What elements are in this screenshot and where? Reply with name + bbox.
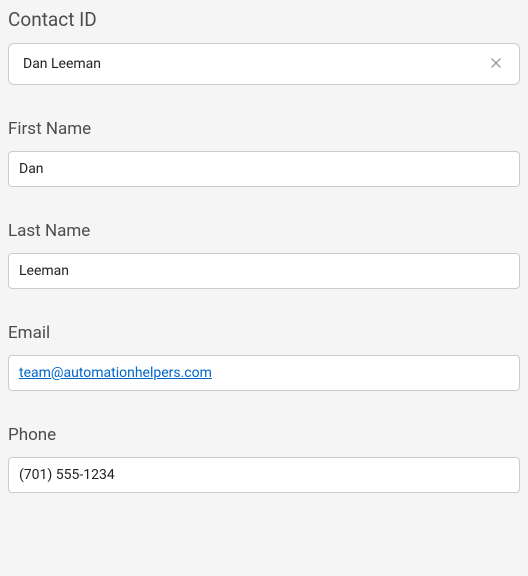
phone-input[interactable] <box>8 457 520 493</box>
contact-id-label: Contact ID <box>8 8 520 31</box>
last-name-input[interactable] <box>8 253 520 289</box>
email-label: Email <box>8 323 520 343</box>
close-icon[interactable] <box>487 57 505 71</box>
contact-id-value: Dan Leeman <box>23 56 101 72</box>
first-name-label: First Name <box>8 119 520 139</box>
phone-label: Phone <box>8 425 520 445</box>
email-field[interactable]: team@automationhelpers.com <box>8 355 520 391</box>
email-link[interactable]: team@automationhelpers.com <box>19 365 212 381</box>
first-name-input[interactable] <box>8 151 520 187</box>
last-name-label: Last Name <box>8 221 520 241</box>
contact-id-select[interactable]: Dan Leeman <box>8 43 520 85</box>
